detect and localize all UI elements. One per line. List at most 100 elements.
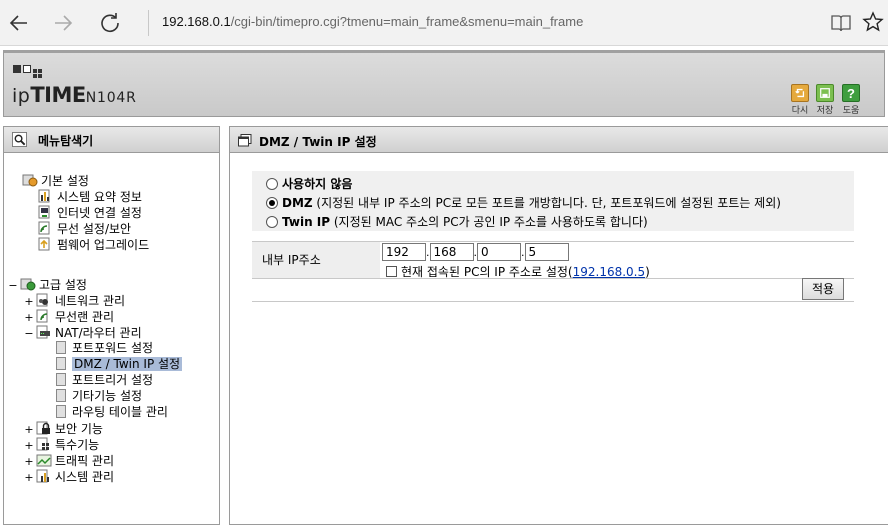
apply-divider: [252, 301, 854, 302]
menu-port-trigger-label: 포트트리거 설정: [72, 373, 154, 387]
forward-arrow-icon: [55, 15, 73, 31]
collapse-toggle[interactable]: −: [8, 278, 18, 293]
save-icon: [816, 84, 834, 102]
apply-button[interactable]: 적용: [802, 278, 844, 300]
menu-system-management[interactable]: + 시스템 관리: [24, 469, 114, 484]
content-panel: DMZ / Twin IP 설정 사용하지 않음 DMZ (지정된 내부 IP …: [229, 126, 888, 525]
menu-wlan-management-label: 무선랜 관리: [55, 310, 115, 324]
menu-advanced-settings-label: 고급 설정: [39, 278, 87, 292]
menu-traffic-management-label: 트래픽 관리: [55, 454, 115, 468]
option-disabled[interactable]: 사용하지 않음: [266, 175, 352, 192]
use-current-pc-ip-label: 현재 접속된 PC의 IP 주소로 설정(: [401, 265, 573, 279]
expand-toggle[interactable]: +: [24, 438, 34, 453]
window-icon: [238, 134, 252, 150]
expand-toggle[interactable]: +: [24, 422, 34, 437]
menu-dmz-twin-ip[interactable]: DMZ / Twin IP 설정: [56, 357, 183, 372]
ip-octet-3[interactable]: [477, 243, 521, 261]
menu-traffic-management[interactable]: + 트래픽 관리: [24, 453, 114, 468]
address-bar[interactable]: 192.168.0.1/cgi-bin/timepro.cgi?tmenu=ma…: [162, 14, 583, 29]
menu-internet-connection[interactable]: 인터넷 연결 설정: [38, 205, 142, 220]
menu-nat-router-management[interactable]: − NAT/라우터 관리: [24, 325, 142, 340]
menu-explorer-panel: 메뉴탐색기 기본 설정 시스템 요약 정보 인터넷 연결 설정 무선 설정/보안…: [3, 126, 220, 525]
menu-advanced-settings[interactable]: − 고급 설정: [8, 277, 87, 292]
lock-icon: [36, 421, 52, 435]
page-icon: [56, 373, 66, 386]
option-twin-ip[interactable]: Twin IP (지정된 MAC 주소의 PC가 공인 IP 주소를 사용하도록…: [266, 213, 648, 230]
menu-network-management[interactable]: + 네트워크 관리: [24, 293, 125, 308]
menu-explorer-title: 메뉴탐색기: [38, 134, 94, 148]
iptime-logo: ipTIMEN104R: [12, 83, 137, 107]
page-title: DMZ / Twin IP 설정: [259, 135, 377, 149]
refresh-button[interactable]: 다시: [789, 84, 811, 116]
wireless-icon: [38, 221, 54, 235]
menu-routing-table-label: 라우팅 테이블 관리: [72, 405, 168, 419]
reload-icon: [101, 13, 119, 33]
use-current-pc-ip-checkbox[interactable]: [386, 266, 397, 277]
radio-twin-ip[interactable]: [266, 216, 278, 228]
logo-time-text: TIME: [30, 83, 86, 107]
ip-octet-2[interactable]: [429, 243, 474, 261]
current-pc-ip-close: ): [645, 265, 650, 279]
back-button[interactable]: [6, 10, 32, 36]
upgrade-icon: [38, 237, 54, 251]
option-disabled-label: 사용하지 않음: [282, 177, 353, 191]
menu-special-functions[interactable]: + 특수기능: [24, 437, 99, 452]
reload-button[interactable]: [97, 10, 123, 36]
option-dmz[interactable]: DMZ (지정된 내부 IP 주소의 PC로 모든 포트를 개방합니다. 단, …: [266, 194, 781, 211]
router-icon: [36, 325, 52, 339]
page-icon: [56, 341, 66, 354]
expand-toggle[interactable]: +: [24, 454, 34, 469]
menu-wlan-management[interactable]: + 무선랜 관리: [24, 309, 114, 324]
menu-wireless-security[interactable]: 무선 설정/보안: [38, 221, 131, 236]
reading-view-icon[interactable]: [830, 13, 852, 33]
help-button[interactable]: ? 도움: [840, 84, 862, 116]
menu-firmware-upgrade-label: 펌웨어 업그레이드: [57, 238, 150, 252]
favorite-star-icon[interactable]: [862, 11, 884, 33]
menu-system-summary[interactable]: 시스템 요약 정보: [38, 189, 142, 204]
page-icon: [56, 357, 66, 370]
expand-toggle[interactable]: +: [24, 470, 34, 485]
help-icon: ?: [842, 84, 860, 102]
menu-basic-settings[interactable]: 기본 설정: [22, 173, 89, 188]
menu-security-functions[interactable]: + 보안 기능: [24, 421, 103, 436]
save-label: 저장: [816, 106, 834, 116]
menu-explorer-header: 메뉴탐색기: [4, 127, 219, 153]
collapse-toggle[interactable]: −: [24, 326, 34, 341]
logo-squares-icon: [13, 62, 39, 76]
option-twin-ip-label: Twin IP: [282, 215, 331, 229]
menu-misc-functions-label: 기타기능 설정: [72, 389, 143, 403]
expand-toggle[interactable]: +: [24, 310, 34, 325]
forward-button[interactable]: [50, 10, 76, 36]
content-header: DMZ / Twin IP 설정: [230, 127, 888, 153]
wlan-icon: [36, 309, 52, 323]
menu-dmz-twin-ip-label: DMZ / Twin IP 설정: [72, 357, 183, 371]
save-button[interactable]: 저장: [814, 84, 836, 116]
ip-octet-1[interactable]: [382, 243, 426, 261]
address-separator: [148, 10, 149, 36]
use-current-pc-ip[interactable]: 현재 접속된 PC의 IP 주소로 설정(192.168.0.5): [386, 263, 650, 280]
ip-octet-4[interactable]: [524, 243, 569, 261]
option-twin-ip-desc: (지정된 MAC 주소의 PC가 공인 IP 주소를 사용하도록 합니다): [330, 215, 648, 229]
logo-ip-text: ip: [12, 85, 31, 107]
menu-internet-connection-label: 인터넷 연결 설정: [57, 206, 142, 220]
help-label: 도움: [842, 106, 860, 116]
ip-address-inputs: ...: [382, 243, 569, 261]
computer-icon: [38, 205, 54, 219]
logo-model-text: N104R: [85, 90, 137, 106]
expand-toggle[interactable]: +: [24, 294, 34, 309]
menu-port-trigger[interactable]: 포트트리거 설정: [56, 373, 153, 388]
menu-port-forward[interactable]: 포트포워드 설정: [56, 341, 153, 356]
menu-routing-table[interactable]: 라우팅 테이블 관리: [56, 405, 168, 420]
current-pc-ip-link[interactable]: 192.168.0.5: [573, 265, 646, 279]
url-host: 192.168.0.1: [162, 14, 231, 29]
back-arrow-icon: [9, 15, 27, 31]
folder-settings-icon: [22, 173, 38, 187]
menu-network-management-label: 네트워크 관리: [55, 294, 126, 308]
menu-misc-functions[interactable]: 기타기능 설정: [56, 389, 142, 404]
page-icon: [56, 405, 66, 418]
menu-firmware-upgrade[interactable]: 펌웨어 업그레이드: [38, 237, 149, 252]
menu-port-forward-label: 포트포워드 설정: [72, 341, 154, 355]
radio-dmz[interactable]: [266, 197, 278, 209]
system-chart-icon: [36, 469, 52, 483]
radio-disabled[interactable]: [266, 178, 278, 190]
